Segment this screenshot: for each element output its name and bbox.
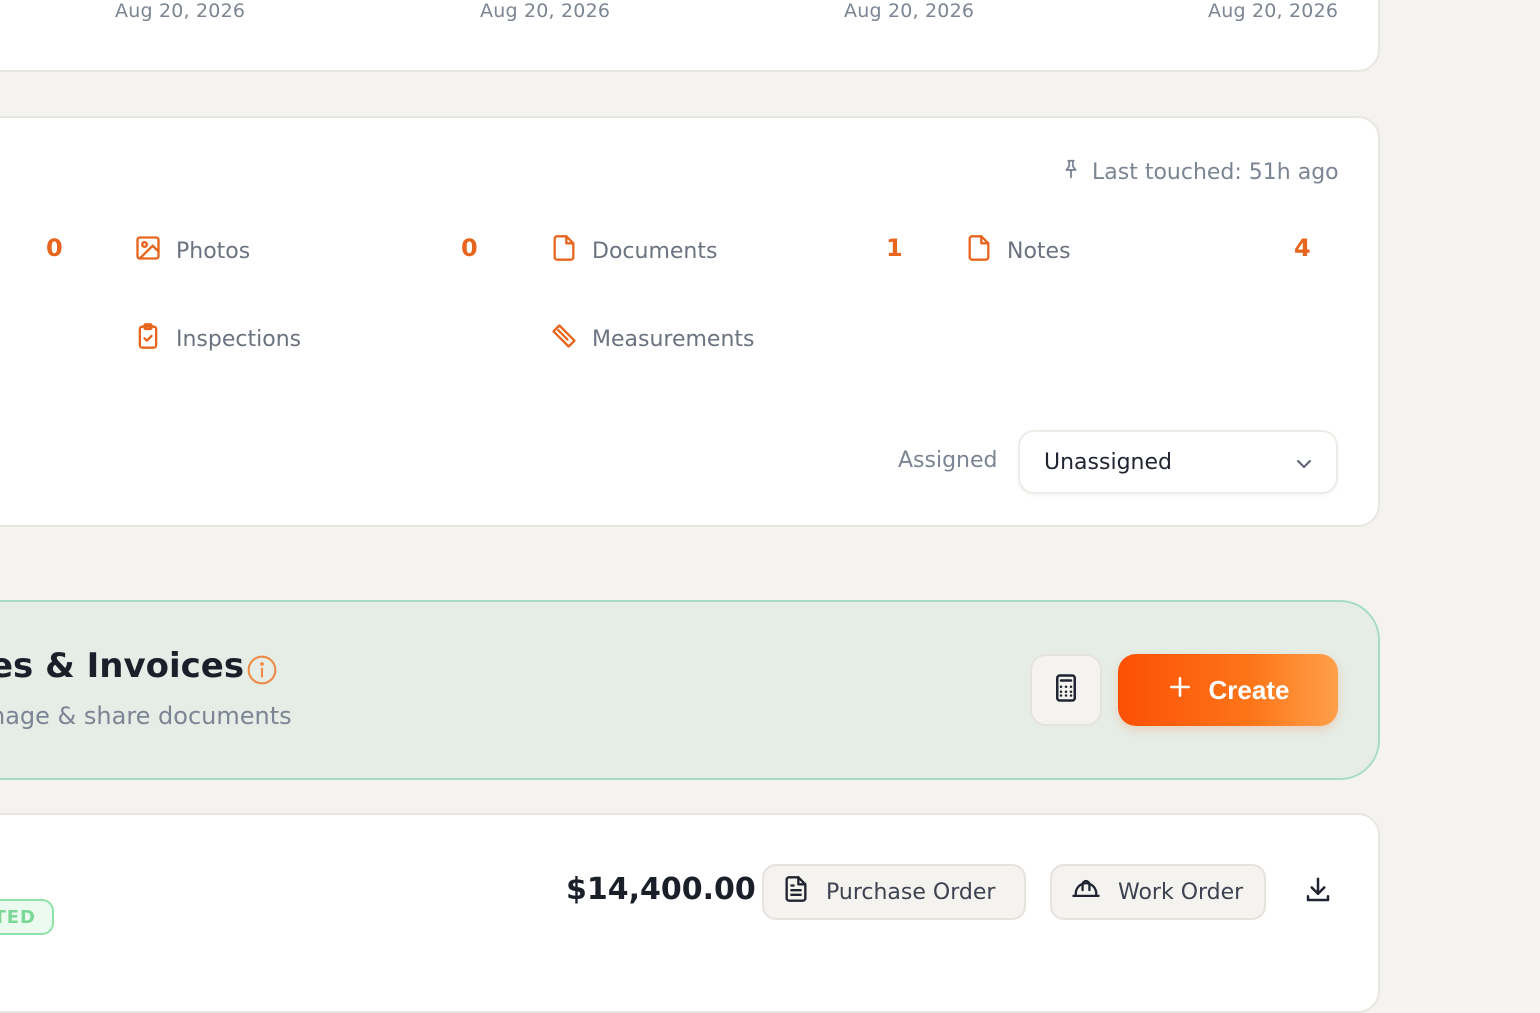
stat-count: 4 [1294,234,1311,262]
stat-label: Documents [592,238,718,264]
chevron-down-icon [1292,452,1316,482]
create-button[interactable]: Create [1118,654,1338,726]
plus-icon [1167,674,1193,707]
document-icon [550,234,578,268]
date-label: Aug 20, 2026 [480,0,611,22]
last-touched: Last touched: 51h ago [1060,158,1339,186]
stat-photos[interactable]: Photos [134,234,250,268]
calculator-button[interactable] [1030,654,1102,726]
section-subtitle: nage & share documents [0,702,292,730]
assigned-value: Unassigned [1044,449,1172,475]
date-label: Aug 20, 2026 [844,0,975,22]
stat-count: 0 [46,234,63,262]
document-icon [782,875,810,909]
work-order-button[interactable]: Work Order [1050,864,1266,920]
hard-hat-icon [1070,875,1102,909]
stat-count: 0 [461,234,478,262]
download-button[interactable] [1298,872,1338,912]
last-touched-text: Last touched: 51h ago [1092,159,1339,185]
create-label: Create [1208,674,1290,705]
calculator-icon [1051,673,1081,707]
stat-label: Inspections [176,326,302,352]
assigned-label: Assigned [898,448,998,473]
status-badge: TED [0,899,54,935]
info-icon[interactable] [246,654,278,690]
download-icon [1303,875,1333,909]
date-label: Aug 20, 2026 [115,0,246,22]
date-label: Aug 20, 2026 [1208,0,1339,22]
stat-label: Measurements [592,326,755,352]
ruler-icon [550,322,578,356]
purchase-order-label: Purchase Order [826,879,996,905]
stat-label: Photos [176,238,251,264]
clipboard-check-icon [134,322,162,356]
document-amount: $14,400.00 [566,872,756,907]
purchase-order-button[interactable]: Purchase Order [762,864,1026,920]
note-icon [965,234,993,268]
stat-documents[interactable]: Documents [550,234,717,268]
stat-label: Notes [1007,238,1071,264]
section-title: es & Invoices [0,646,245,686]
work-order-label: Work Order [1118,879,1244,905]
pin-icon [1060,158,1082,186]
image-icon [134,234,162,268]
stat-inspections[interactable]: Inspections [134,322,301,356]
stat-notes[interactable]: Notes [965,234,1071,268]
stat-count: 1 [886,234,903,262]
stat-measurements[interactable]: Measurements [550,322,755,356]
assigned-select[interactable]: Unassigned [1018,430,1338,494]
